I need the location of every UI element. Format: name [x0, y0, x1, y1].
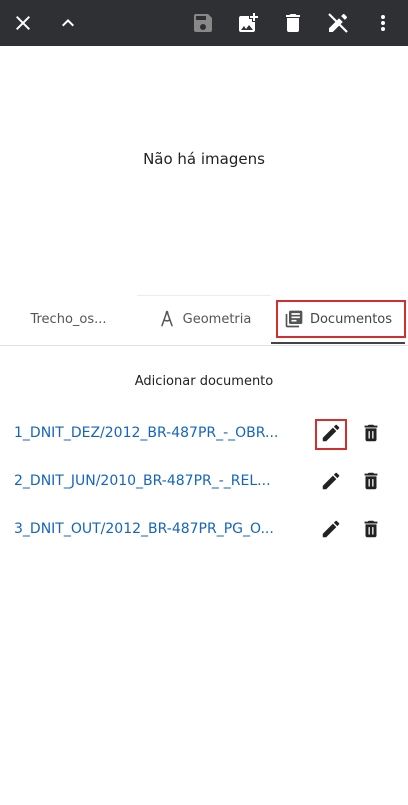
document-row: 1_DNIT_DEZ/2012_BR-487PR_-_OBR... [0, 413, 408, 453]
delete-icon [364, 424, 378, 442]
tab-label: Documentos [309, 311, 393, 327]
edit-icon [322, 472, 340, 490]
close-button[interactable] [5, 0, 41, 46]
edit-document-button[interactable] [315, 417, 347, 449]
delete-icon [364, 472, 378, 490]
add-image-button[interactable] [230, 0, 266, 46]
save-button[interactable] [185, 0, 221, 46]
edit-off-icon [328, 13, 348, 33]
edit-icon [322, 424, 340, 442]
collapse-button[interactable] [50, 0, 86, 46]
close-icon [16, 16, 30, 30]
delete-document-button[interactable] [355, 417, 387, 449]
delete-document-button[interactable] [355, 513, 387, 545]
add-document-button[interactable]: Adicionar documento [0, 374, 408, 389]
delete-icon [364, 520, 378, 538]
delete-button[interactable] [275, 0, 311, 46]
document-row: 2_DNIT_JUN/2010_BR-487PR_-_REL... [0, 461, 408, 501]
compass-icon [160, 310, 173, 327]
tab-bar: Trecho_os... Geometria Documentos [0, 295, 408, 346]
tab-geometria[interactable]: Geometria [137, 295, 271, 343]
tab-documentos[interactable]: Documentos [271, 295, 405, 343]
document-link[interactable]: 1_DNIT_DEZ/2012_BR-487PR_-_OBR... [14, 413, 312, 453]
delete-icon [286, 14, 300, 32]
library-books-icon [285, 310, 303, 328]
document-row: 3_DNIT_OUT/2012_BR-487PR_PG_O... [0, 509, 408, 549]
document-link[interactable]: 3_DNIT_OUT/2012_BR-487PR_PG_O... [14, 509, 312, 549]
tab-label: Trecho_os... [30, 311, 107, 327]
edit-off-button[interactable] [320, 0, 356, 46]
save-icon [194, 14, 212, 32]
tab-label: Geometria [182, 311, 252, 327]
edit-document-button[interactable] [315, 465, 347, 497]
chevron-up-icon [62, 19, 74, 27]
delete-document-button[interactable] [355, 465, 387, 497]
tab-trecho[interactable]: Trecho_os... [0, 295, 137, 343]
no-images-message: Não há imagens [143, 150, 265, 168]
active-tab-indicator [271, 342, 405, 344]
add-photo-icon [239, 13, 258, 32]
top-toolbar [0, 0, 408, 46]
edit-icon [322, 520, 340, 538]
document-link[interactable]: 2_DNIT_JUN/2010_BR-487PR_-_REL... [14, 461, 312, 501]
more-options-button[interactable] [365, 0, 401, 46]
edit-document-button[interactable] [315, 513, 347, 545]
more-vert-icon [381, 15, 385, 31]
